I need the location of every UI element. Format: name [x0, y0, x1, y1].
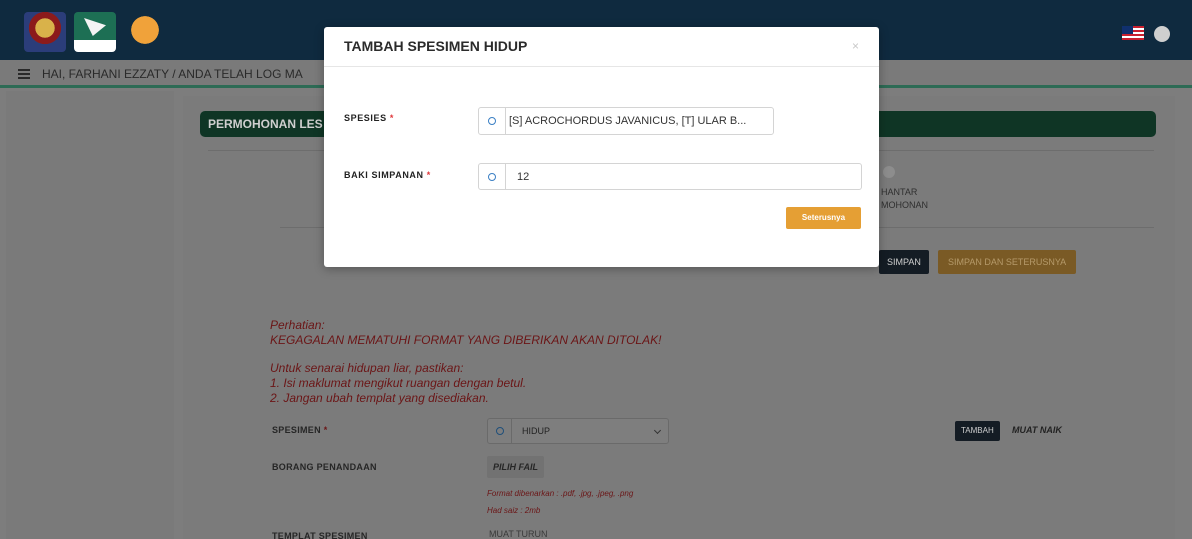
- download-link[interactable]: MUAT TURUN: [489, 529, 548, 539]
- add-button[interactable]: TAMBAH: [955, 421, 1000, 441]
- crest-logo: [24, 12, 66, 52]
- info-addon: [479, 164, 506, 189]
- spesimen-label-text: SPESIMEN: [272, 425, 321, 435]
- info-icon: [496, 427, 504, 435]
- card-title: PERMOHONAN LES: [208, 117, 323, 131]
- notice-block: Perhatian: KEGAGALAN MEMATUHI FORMAT YAN…: [270, 318, 830, 406]
- notice-instruction: Untuk senarai hidupan liar, pastikan:: [270, 361, 464, 375]
- info-icon: [488, 117, 496, 125]
- required-mark: *: [323, 425, 328, 435]
- greeting-text: HAI, FARHANI EZZATY / ANDA TELAH LOG MA: [42, 67, 303, 81]
- templat-label: TEMPLAT SPESIMEN: [272, 531, 368, 539]
- info-addon: [479, 108, 506, 134]
- sidebar: [6, 91, 174, 539]
- perhilitan-logo: [74, 12, 116, 52]
- spesies-label: SPESIES *: [344, 113, 394, 123]
- spesies-label-text: SPESIES: [344, 113, 387, 123]
- required-mark: *: [426, 170, 431, 180]
- user-avatar-icon[interactable]: [1154, 26, 1170, 42]
- modal-title: TAMBAH SPESIMEN HIDUP: [344, 38, 528, 54]
- spesies-select[interactable]: [S] ACROCHORDUS JAVANICUS, [T] ULAR B...: [478, 107, 774, 135]
- format-hint: Format dibenarkan : .pdf, .jpg, .jpeg, .…: [487, 489, 634, 498]
- spesimen-label: SPESIMEN *: [272, 425, 328, 435]
- save-and-next-button[interactable]: SIMPAN DAN SETERUSNYA: [938, 250, 1077, 274]
- info-addon: [488, 419, 512, 443]
- notice-heading: Perhatian:: [270, 318, 325, 332]
- borang-label: BORANG PENANDAAN: [272, 462, 377, 472]
- step-indicator-dot: [883, 166, 895, 178]
- baki-simpanan-input[interactable]: 12: [478, 163, 862, 190]
- menu-icon[interactable]: [18, 69, 30, 79]
- spesimen-select-value: HIDUP: [522, 426, 551, 436]
- baki-simpanan-label: BAKI SIMPANAN *: [344, 170, 431, 180]
- info-icon: [488, 172, 496, 181]
- modal-header: TAMBAH SPESIMEN HIDUP ×: [324, 27, 879, 67]
- add-specimen-modal: TAMBAH SPESIMEN HIDUP × SPESIES * [S] AC…: [324, 27, 879, 267]
- notice-item-1: 1. Isi maklumat mengikut ruangan dengan …: [270, 376, 527, 390]
- notice-warning: KEGAGALAN MEMATUHI FORMAT YANG DIBERIKAN…: [270, 333, 662, 347]
- upload-link[interactable]: MUAT NAIK: [1012, 425, 1062, 435]
- baki-simpanan-value: 12: [517, 171, 530, 183]
- tiger-logo: [124, 12, 166, 52]
- spesies-select-value: [S] ACROCHORDUS JAVANICUS, [T] ULAR B...: [509, 115, 747, 127]
- logo-group: [24, 12, 166, 52]
- close-icon[interactable]: ×: [852, 39, 859, 53]
- notice-item-2: 2. Jangan ubah templat yang disediakan.: [270, 391, 489, 405]
- step-label: HANTAR MOHONAN: [881, 187, 928, 210]
- chevron-down-icon: [653, 426, 662, 435]
- size-hint: Had saiz : 2mb: [487, 506, 541, 515]
- choose-file-button[interactable]: PILIH FAIL: [487, 456, 544, 478]
- next-button[interactable]: Seterusnya: [786, 207, 861, 229]
- save-button[interactable]: SIMPAN: [879, 250, 929, 274]
- notice-spacer: [270, 348, 830, 361]
- spesimen-select[interactable]: HIDUP: [487, 418, 669, 444]
- required-mark: *: [389, 113, 394, 123]
- malaysia-flag-icon[interactable]: [1122, 26, 1144, 40]
- baki-label-text: BAKI SIMPANAN: [344, 170, 424, 180]
